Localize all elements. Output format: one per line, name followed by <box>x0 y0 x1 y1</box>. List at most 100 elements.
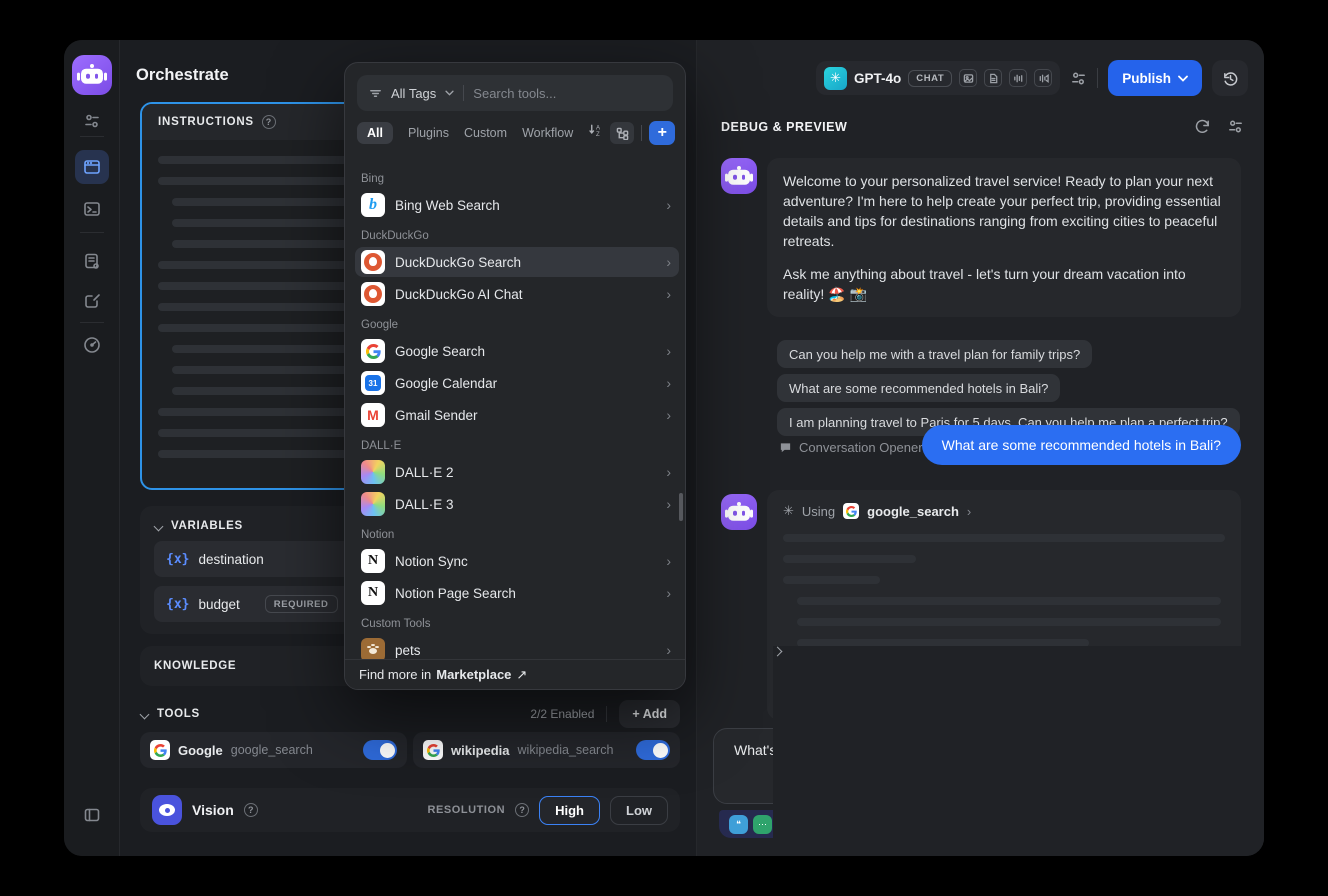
collapse-sidebar-icon[interactable] <box>75 798 109 832</box>
tool-item-notion-page-search[interactable]: N Notion Page Search › <box>355 578 679 608</box>
agent-settings-icon[interactable] <box>75 104 109 138</box>
robot-icon <box>72 55 112 95</box>
sidebar-item-editor[interactable] <box>75 284 109 318</box>
resolution-label: RESOLUTION <box>427 804 505 816</box>
app-logo-robot-icon[interactable] <box>72 55 112 95</box>
chevron-right-icon <box>773 646 1264 856</box>
tool-chip-google[interactable]: Google google_search <box>140 732 407 768</box>
chevron-right-icon: › <box>666 642 671 658</box>
publish-button[interactable]: Publish <box>1108 60 1202 96</box>
tools-title: TOOLS <box>157 708 200 720</box>
add-tool-button[interactable]: + Add <box>619 700 680 728</box>
tab-all[interactable]: All <box>357 122 393 144</box>
chevron-right-icon: › <box>666 464 671 480</box>
chevron-right-icon: › <box>666 585 671 601</box>
chevron-down-icon <box>154 522 163 531</box>
help-icon[interactable]: ? <box>515 803 529 817</box>
tags-filter-dropdown[interactable]: All Tags <box>391 86 436 101</box>
sidebar-item-logs[interactable] <box>75 244 109 278</box>
tool-item-duckduckgo-search[interactable]: DuckDuckGo Search › <box>355 247 679 277</box>
help-icon[interactable]: ? <box>244 803 258 817</box>
tool-chip-wikipedia[interactable]: wikipedia wikipedia_search <box>413 732 680 768</box>
resolution-low-button[interactable]: Low <box>610 796 668 825</box>
tool-item-google-search[interactable]: Google Search › <box>355 336 679 366</box>
vision-card: Vision ? RESOLUTION ? High Low <box>140 788 680 832</box>
tool-item-label: Bing Web Search <box>395 198 500 213</box>
tool-item-label: DALL·E 3 <box>395 497 454 512</box>
publish-label: Publish <box>1122 71 1171 86</box>
tool-item-bing-web-search[interactable]: b Bing Web Search › <box>355 190 679 220</box>
sort-icon[interactable]: AZ <box>588 123 603 143</box>
tool-toggle-on[interactable] <box>363 740 397 760</box>
tab-custom[interactable]: Custom <box>464 126 507 140</box>
tool-call-header[interactable]: ✳ Using google_search › <box>783 503 1225 519</box>
tool-item-duckduckgo-ai-chat[interactable]: DuckDuckGo AI Chat › <box>355 279 679 309</box>
tool-item-label: DuckDuckGo AI Chat <box>395 287 523 302</box>
tools-header-toggle[interactable]: TOOLS <box>140 708 200 720</box>
sidebar-item-terminal[interactable] <box>75 192 109 226</box>
history-button[interactable] <box>1212 60 1248 96</box>
vision-title: Vision <box>192 802 234 818</box>
tool-item-label: DuckDuckGo Search <box>395 255 521 270</box>
panel-divider <box>696 40 697 856</box>
user-message-bubble: What are some recommended hotels in Bali… <box>922 425 1241 465</box>
instructions-title: INSTRUCTIONS <box>158 116 254 128</box>
chat-bubble-icon <box>779 441 792 454</box>
suggestion-chip[interactable]: What are some recommended hotels in Bali… <box>777 374 1060 402</box>
tool-item-notion-sync[interactable]: N Notion Sync › <box>355 546 679 576</box>
tool-item-google-calendar[interactable]: Google Calendar › <box>355 368 679 398</box>
help-icon[interactable]: ? <box>262 115 276 129</box>
section-label-duckduckgo: DuckDuckGo <box>361 230 679 242</box>
tool-function: google_search <box>231 743 313 757</box>
tool-item-gmail-sender[interactable]: M Gmail Sender › <box>355 400 679 430</box>
divider <box>606 706 607 722</box>
tool-toggle-on[interactable] <box>636 740 670 760</box>
tab-workflow[interactable]: Workflow <box>522 126 573 140</box>
duckduckgo-icon <box>361 282 385 306</box>
section-label-bing: Bing <box>361 173 679 185</box>
section-label-dalle: DALL·E <box>361 440 679 452</box>
tool-item-dalle-2[interactable]: DALL·E 2 › <box>355 457 679 487</box>
feature-suggestions-icon[interactable]: ⋯ <box>753 815 772 834</box>
tool-name: wikipedia <box>451 743 510 758</box>
tool-call-name: google_search <box>867 504 959 519</box>
sidebar-item-dashboard[interactable] <box>75 328 109 362</box>
tool-item-label: Notion Sync <box>395 554 468 569</box>
google-icon <box>361 339 385 363</box>
popup-scrollbar[interactable] <box>679 493 683 521</box>
model-selector[interactable]: ✳ GPT-4o CHAT <box>816 61 1060 95</box>
restart-conversation-icon[interactable] <box>1194 118 1211 135</box>
tab-plugins[interactable]: Plugins <box>408 126 449 140</box>
chevron-right-icon: › <box>666 496 671 512</box>
duckduckgo-icon <box>361 250 385 274</box>
chevron-right-icon: › <box>666 375 671 391</box>
resolution-high-button[interactable]: High <box>539 796 600 825</box>
tools-tabs: All Plugins Custom Workflow AZ + <box>345 121 685 145</box>
notion-icon: N <box>361 549 385 573</box>
variable-token: {x} <box>166 597 189 612</box>
tool-name: Google <box>178 743 223 758</box>
bing-icon: b <box>361 193 385 217</box>
enabled-tools-row: Google google_search wikipedia wikipedia… <box>140 732 680 768</box>
pets-icon <box>361 638 385 659</box>
group-view-icon[interactable] <box>610 122 634 144</box>
tool-item-pets[interactable]: pets › <box>355 635 679 659</box>
debug-settings-icon[interactable] <box>1227 118 1244 135</box>
search-tools-input[interactable]: Search tools... <box>473 86 556 101</box>
notion-icon: N <box>361 581 385 605</box>
tool-item-dalle-3[interactable]: DALL·E 3 › <box>355 489 679 519</box>
required-badge: REQUIRED <box>265 595 338 613</box>
chevron-right-icon: › <box>666 343 671 359</box>
bot-avatar <box>721 158 757 194</box>
feature-chat-icon[interactable]: ❝ <box>729 815 748 834</box>
sidebar-item-orchestrate[interactable] <box>75 150 109 184</box>
tool-item-label: Google Calendar <box>395 376 497 391</box>
knowledge-title: KNOWLEDGE <box>154 660 236 672</box>
model-settings-icon[interactable] <box>1070 70 1087 87</box>
divider <box>463 85 464 101</box>
suggestion-chip[interactable]: Can you help me with a travel plan for f… <box>777 340 1092 368</box>
create-tool-button[interactable]: + <box>649 121 675 145</box>
chevron-right-icon: › <box>967 504 971 519</box>
dalle-icon <box>361 492 385 516</box>
marketplace-link[interactable]: Marketplace <box>436 667 511 682</box>
